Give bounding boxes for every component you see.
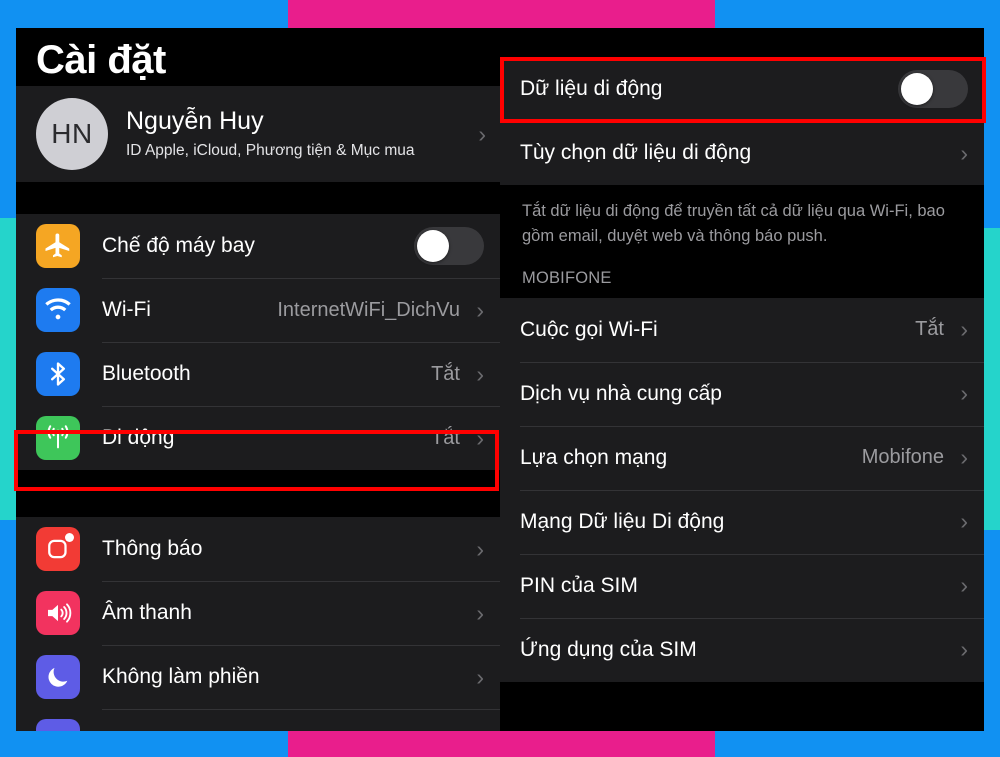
frame-strip-bottom-middle <box>288 731 715 757</box>
carrier-section-header: MOBIFONE <box>500 262 984 298</box>
chevron-right-icon: › <box>476 663 484 690</box>
sidebar-item-partial[interactable] <box>16 709 500 731</box>
row-carrier-services[interactable]: Dịch vụ nhà cung cấp › <box>500 361 984 426</box>
chevron-right-icon: › <box>476 360 484 387</box>
chevron-right-icon: › <box>960 636 968 662</box>
section-gap <box>16 470 500 517</box>
sidebar-item-do-not-disturb[interactable]: Không làm phiền › <box>16 645 500 709</box>
sidebar-item-label: Wi-Fi <box>102 298 151 321</box>
sidebar-item-label: Chế độ máy bay <box>102 234 255 257</box>
settings-root-screen: Cài đặt HN Nguyễn Huy ID Apple, iCloud, … <box>16 28 500 731</box>
chevron-right-icon: › <box>476 599 484 626</box>
sidebar-item-label: Di động <box>102 426 175 449</box>
chevron-right-icon: › <box>476 296 484 323</box>
row-label: Dịch vụ nhà cung cấp <box>520 381 722 405</box>
sidebar-item-label: Bluetooth <box>102 362 191 385</box>
row-label: PIN của SIM <box>520 573 638 597</box>
sidebar-item-sounds[interactable]: Âm thanh › <box>16 581 500 645</box>
row-label: Tùy chọn dữ liệu di động <box>520 141 752 164</box>
notifications-icon <box>36 527 80 571</box>
sidebar-item-wifi[interactable]: Wi-Fi InternetWiFi_DichVu › <box>16 278 500 342</box>
bluetooth-icon <box>36 352 80 396</box>
frame-strip-top-right <box>715 0 1000 28</box>
carrier-group: Cuộc gọi Wi-Fi Tắt › Dịch vụ nhà cung cấ… <box>500 297 984 682</box>
row-label: Mạng Dữ liệu Di động <box>520 509 725 533</box>
frame-strip-right-top <box>984 0 1000 228</box>
chevron-right-icon: › <box>960 508 968 534</box>
wifi-icon <box>36 288 80 332</box>
row-label: Lựa chọn mạng <box>520 445 668 469</box>
screen-time-icon <box>36 719 80 731</box>
row-label: Dữ liệu di động <box>520 77 663 100</box>
chevron-right-icon: › <box>478 120 486 147</box>
alerts-group: Thông báo › Âm thanh › Không làm phiền › <box>16 517 500 731</box>
row-wifi-calling[interactable]: Cuộc gọi Wi-Fi Tắt › <box>500 297 984 362</box>
frame-strip-left-top <box>0 0 16 218</box>
row-cellular-data-options[interactable]: Tùy chọn dữ liệu di động › <box>500 121 984 185</box>
connectivity-group: Chế độ máy bay Wi-Fi InternetWiFi_DichVu… <box>16 214 500 470</box>
account-name: Nguyễn Huy <box>126 107 264 136</box>
sidebar-item-bluetooth[interactable]: Bluetooth Tắt › <box>16 342 500 406</box>
cellular-state-value: Tắt <box>431 426 460 449</box>
chevron-right-icon: › <box>960 139 968 166</box>
frame-strip-top-middle <box>288 0 715 28</box>
frame-strip-right-bottom <box>984 530 1000 757</box>
airplane-mode-toggle[interactable] <box>414 227 484 265</box>
wifi-network-value: InternetWiFi_DichVu <box>277 298 460 321</box>
row-cellular-data-network[interactable]: Mạng Dữ liệu Di động › <box>500 489 984 554</box>
chevron-right-icon: › <box>476 535 484 562</box>
sidebar-item-label: Thông báo <box>102 537 203 560</box>
row-sim-applications[interactable]: Ứng dụng của SIM › <box>500 617 984 682</box>
frame-strip-bottom-right <box>715 731 1000 757</box>
frame-strip-right-middle <box>984 228 1000 530</box>
avatar: HN <box>36 98 108 170</box>
toggle-knob <box>901 73 933 105</box>
chevron-right-icon: › <box>476 424 484 451</box>
row-label: Cuộc gọi Wi-Fi <box>520 317 658 341</box>
frame-strip-left-middle <box>0 218 16 520</box>
screenshot-root: Cài đặt HN Nguyễn Huy ID Apple, iCloud, … <box>0 0 1000 757</box>
chevron-right-icon: › <box>960 380 968 406</box>
frame-strip-top-left <box>0 0 288 28</box>
cellular-data-footnote: Tắt dữ liệu di động để truyền tất cả dữ … <box>500 185 984 263</box>
cellular-icon <box>36 416 80 460</box>
page-title: Cài đặt <box>36 38 166 82</box>
sidebar-item-notifications[interactable]: Thông báo › <box>16 517 500 581</box>
chevron-right-icon: › <box>960 572 968 598</box>
row-sim-pin[interactable]: PIN của SIM › <box>500 553 984 618</box>
sounds-icon <box>36 591 80 635</box>
row-cellular-data[interactable]: Dữ liệu di động <box>500 57 984 121</box>
toggle-knob <box>417 230 449 262</box>
section-gap <box>500 28 984 57</box>
bluetooth-state-value: Tắt <box>431 362 460 385</box>
cellular-data-group: Dữ liệu di động Tùy chọn dữ liệu di động… <box>500 57 984 185</box>
sidebar-item-label: Không làm phiền <box>102 665 260 688</box>
cellular-data-toggle[interactable] <box>898 70 968 108</box>
row-value: Mobifone <box>861 446 944 468</box>
cellular-settings-screen: Dữ liệu di động Tùy chọn dữ liệu di động… <box>500 28 984 731</box>
row-value: Tắt <box>915 318 944 340</box>
account-text-block: Nguyễn Huy ID Apple, iCloud, Phương tiện… <box>126 106 472 162</box>
row-label: Ứng dụng của SIM <box>520 637 697 661</box>
apple-id-account-row[interactable]: HN Nguyễn Huy ID Apple, iCloud, Phương t… <box>16 86 500 182</box>
airplane-icon <box>36 224 80 268</box>
sidebar-item-airplane-mode[interactable]: Chế độ máy bay <box>16 214 500 278</box>
account-subtitle: ID Apple, iCloud, Phương tiện & Mục mua <box>126 141 415 159</box>
frame-strip-left-bottom <box>0 520 16 757</box>
sidebar-item-label: Âm thanh <box>102 601 192 624</box>
sidebar-item-cellular[interactable]: Di động Tắt › <box>16 406 500 470</box>
frame-strip-bottom-left <box>0 731 288 757</box>
chevron-right-icon: › <box>960 316 968 342</box>
row-network-selection[interactable]: Lựa chọn mạng Mobifone › <box>500 425 984 490</box>
section-gap <box>16 182 500 214</box>
chevron-right-icon: › <box>960 444 968 470</box>
moon-icon <box>36 655 80 699</box>
